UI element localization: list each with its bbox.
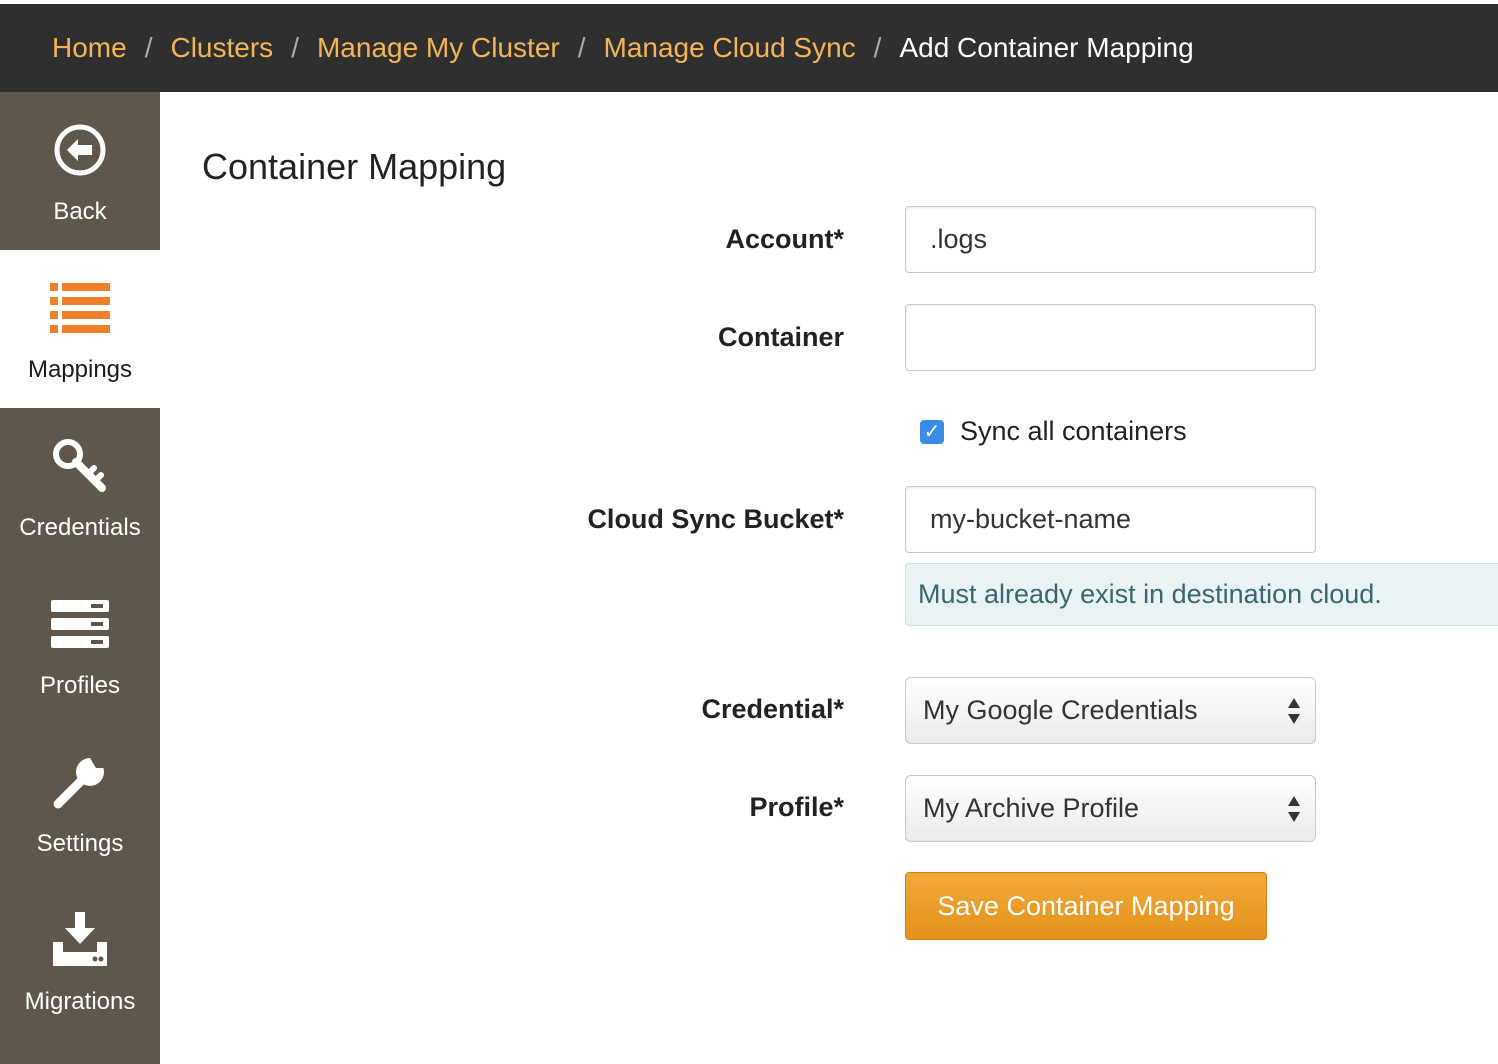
bucket-help-text: Must already exist in destination cloud. <box>905 563 1498 626</box>
sidebar: Back Mappings Credentials Profiles Setti… <box>0 92 160 1064</box>
sync-all-containers-row: ✓ Sync all containers <box>920 416 1187 447</box>
credential-label: Credential* <box>701 694 844 724</box>
sidebar-item-label: Profiles <box>39 672 121 699</box>
server-stack-icon <box>50 594 110 654</box>
profile-label: Profile* <box>749 792 844 822</box>
select-arrows-icon <box>1288 796 1300 822</box>
breadcrumb: Home / Clusters / Manage My Cluster / Ma… <box>0 4 1498 92</box>
sidebar-item-mappings[interactable]: Mappings <box>0 250 160 408</box>
breadcrumb-separator: / <box>291 32 299 63</box>
sidebar-item-profiles[interactable]: Profiles <box>0 566 160 724</box>
cloud-sync-bucket-input[interactable] <box>905 486 1316 553</box>
credential-selected-value: My Google Credentials <box>923 695 1198 725</box>
breadcrumb-separator: / <box>144 32 153 63</box>
account-input[interactable] <box>905 206 1316 273</box>
profile-select[interactable]: My Archive Profile <box>905 775 1316 842</box>
sidebar-item-settings[interactable]: Settings <box>0 724 160 882</box>
back-arrow-circle-icon <box>50 120 110 180</box>
breadcrumb-clusters-link[interactable]: Clusters <box>170 32 273 64</box>
sidebar-item-credentials[interactable]: Credentials <box>0 408 160 566</box>
sidebar-item-label: Back <box>53 198 107 225</box>
breadcrumb-manage-cluster-link[interactable]: Manage My Cluster <box>317 32 560 64</box>
select-arrows-icon <box>1288 698 1300 724</box>
sync-all-containers-label[interactable]: Sync all containers <box>960 416 1187 447</box>
list-icon <box>50 278 110 338</box>
breadcrumb-separator: / <box>577 32 586 63</box>
key-icon <box>50 436 110 496</box>
account-label: Account* <box>725 224 844 254</box>
sidebar-item-label: Credentials <box>19 514 141 541</box>
save-container-mapping-button[interactable]: Save Container Mapping <box>905 872 1267 940</box>
sync-all-containers-checkbox[interactable]: ✓ <box>920 419 944 444</box>
breadcrumb-manage-cloud-sync-link[interactable]: Manage Cloud Sync <box>604 32 856 64</box>
container-input[interactable] <box>905 304 1316 371</box>
page-title: Container Mapping <box>202 146 507 187</box>
sidebar-item-label: Migrations <box>24 988 136 1015</box>
profile-selected-value: My Archive Profile <box>923 793 1140 823</box>
sidebar-item-migrations[interactable]: Migrations <box>0 882 160 1040</box>
sidebar-item-label: Settings <box>36 830 124 857</box>
sidebar-item-label: Mappings <box>27 356 133 383</box>
breadcrumb-separator: / <box>873 32 882 63</box>
breadcrumb-current-page: Add Container Mapping <box>899 32 1194 63</box>
breadcrumb-home-link[interactable]: Home <box>52 32 127 64</box>
credential-select[interactable]: My Google Credentials <box>905 677 1316 744</box>
download-tray-icon <box>50 910 110 970</box>
container-label: Container <box>717 322 844 352</box>
cloud-sync-bucket-label: Cloud Sync Bucket* <box>587 504 844 534</box>
wrench-icon <box>50 752 110 812</box>
sidebar-item-back[interactable]: Back <box>0 92 160 250</box>
